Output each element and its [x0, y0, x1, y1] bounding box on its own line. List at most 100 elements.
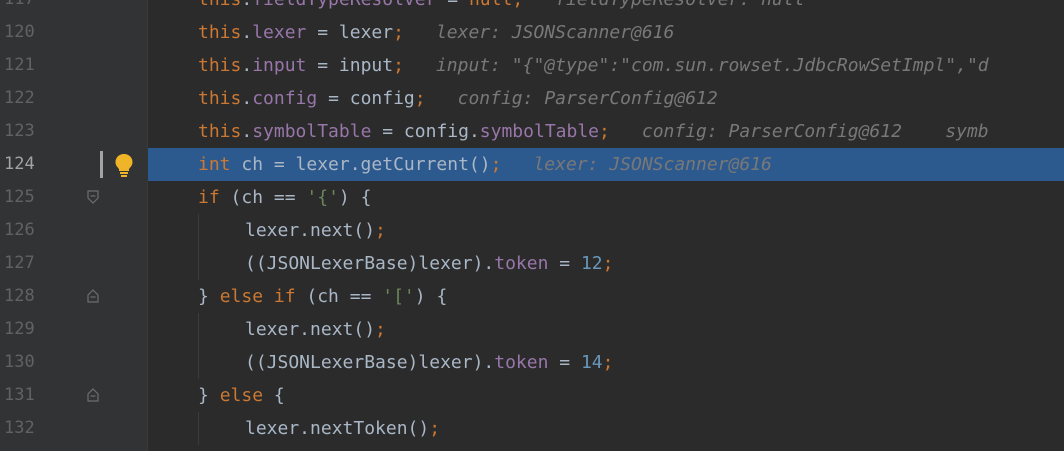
inline-debug-value[interactable]: lexer: JSONScanner@616: [436, 22, 674, 43]
code-area[interactable]: lexer.next();: [148, 313, 1064, 346]
code-line[interactable]: 122 this.config = config; config: ParserCo…: [0, 82, 1064, 115]
code-token-id: {: [263, 385, 285, 406]
code-text: this.symbolTable = config.symbolTable; co…: [198, 115, 989, 148]
code-token-id: = lexer: [306, 22, 394, 43]
code-token-id: ) {: [414, 286, 448, 307]
code-token-id: lexer.nextToken(): [245, 418, 430, 439]
gutter-cell[interactable]: 126: [0, 214, 148, 247]
gutter-cell[interactable]: 132: [0, 412, 148, 445]
code-area[interactable]: ((JSONLexerBase)lexer).token = 12;: [148, 247, 1064, 280]
inline-debug-value[interactable]: config: ParserConfig@612 symb: [642, 121, 989, 142]
code-token-kw: if: [198, 187, 220, 208]
code-area[interactable]: } else {: [148, 379, 1064, 412]
code-token-id: ((JSONLexerBase)lexer).: [245, 352, 495, 373]
indent-guide: [198, 247, 199, 280]
line-number: 125: [4, 187, 35, 207]
lightbulb-icon[interactable]: [113, 152, 135, 178]
code-line[interactable]: 127 ((JSONLexerBase)lexer).token = 12;: [0, 247, 1064, 280]
code-area[interactable]: if (ch == '{') {: [148, 181, 1064, 214]
code-line[interactable]: 132 lexer.nextToken();: [0, 412, 1064, 445]
code-area[interactable]: this.lexer = lexer; lexer: JSONScanner@61…: [148, 16, 1064, 49]
line-number: 121: [4, 55, 35, 75]
code-editor[interactable]: 117this.fieldTypeResolver = null;fieldTy…: [0, 0, 1064, 451]
code-token-fld: token: [494, 352, 549, 373]
indent-guide: [198, 313, 199, 346]
gutter-cell[interactable]: 125: [0, 181, 148, 214]
code-token-fld: config: [252, 88, 318, 109]
line-number: 131: [4, 385, 35, 405]
code-area[interactable]: this.input = input; input: "{"@type":"com…: [148, 49, 1064, 82]
inline-debug-value[interactable]: lexer: JSONScanner@616: [533, 154, 771, 175]
current-line[interactable]: 124 int ch = lexer.getCurrent(); lexer: JS…: [0, 148, 1064, 181]
code-line[interactable]: 130 ((JSONLexerBase)lexer).token = 14;: [0, 346, 1064, 379]
code-token-id: }: [198, 385, 220, 406]
fold-icon[interactable]: [87, 388, 99, 402]
code-token-id: ch = lexer.getCurrent(): [230, 154, 491, 175]
code-token-id: lexer.next(): [245, 319, 376, 340]
gutter-cell[interactable]: 123: [0, 115, 148, 148]
code-area[interactable]: this.config = config; config: ParserConfi…: [148, 82, 1064, 115]
code-token-str: '{': [306, 187, 339, 208]
code-token-id: }: [198, 286, 220, 307]
gutter-cell[interactable]: 120: [0, 16, 148, 49]
caret-line-marker: [100, 151, 103, 178]
line-number: 124: [4, 154, 35, 174]
code-area[interactable]: ((JSONLexerBase)lexer).token = 14;: [148, 346, 1064, 379]
code-token-punc: ;: [602, 352, 614, 373]
code-line[interactable]: 121 this.input = input; input: "{"@type":"…: [0, 49, 1064, 82]
line-number: 122: [4, 88, 35, 108]
gutter-cell[interactable]: 124: [0, 148, 148, 181]
code-text: this.config = config; config: ParserConfi…: [198, 82, 718, 115]
code-token-punc: ;: [393, 22, 404, 43]
code-area[interactable]: lexer.next();: [148, 214, 1064, 247]
code-area[interactable]: } else if (ch == '[') {: [148, 280, 1064, 313]
code-token-punc: ;: [490, 154, 502, 175]
code-line[interactable]: 126 lexer.next();: [0, 214, 1064, 247]
code-line[interactable]: 129 lexer.next();: [0, 313, 1064, 346]
code-token-punc: ;: [393, 55, 404, 76]
code-token-kw: this: [198, 55, 242, 76]
code-line[interactable]: 120 this.lexer = lexer; lexer: JSONScanner…: [0, 16, 1064, 49]
gutter-cell[interactable]: 122: [0, 82, 148, 115]
gutter-cell[interactable]: 131: [0, 379, 148, 412]
gutter-cell[interactable]: 121: [0, 49, 148, 82]
code-text: this.lexer = lexer; lexer: JSONScanner@61…: [198, 16, 674, 49]
inline-debug-value[interactable]: input: "{"@type":"com.sun.rowset.JdbcRow…: [436, 55, 989, 76]
code-text: ((JSONLexerBase)lexer).token = 14;: [245, 346, 613, 379]
indent-guide: [198, 346, 199, 379]
code-token-id: =: [548, 352, 581, 373]
code-token-fld: symbolTable: [252, 121, 372, 142]
code-area[interactable]: lexer.nextToken();: [148, 412, 1064, 445]
indent-guide: [198, 412, 199, 445]
code-line[interactable]: 123 this.symbolTable = config.symbolTable…: [0, 115, 1064, 148]
gutter-cell[interactable]: 130: [0, 346, 148, 379]
code-line[interactable]: 125 if (ch == '{') {: [0, 181, 1064, 214]
code-area[interactable]: this.fieldTypeResolver = null; fieldTypeR…: [148, 0, 1064, 16]
code-line[interactable]: 117 this.fieldTypeResolver = null; fieldTy…: [0, 0, 1064, 16]
line-number: 128: [4, 286, 35, 306]
gutter-cell[interactable]: 128: [0, 280, 148, 313]
code-token-punc: ;: [602, 253, 614, 274]
code-area[interactable]: int ch = lexer.getCurrent(); lexer: JSONS…: [148, 148, 1064, 181]
code-text: if (ch == '{') {: [198, 181, 371, 214]
code-token-punc: ;: [512, 0, 523, 10]
fold-icon[interactable]: [87, 289, 99, 303]
gutter-cell[interactable]: 127: [0, 247, 148, 280]
code-token-punc: ;: [429, 418, 441, 439]
inline-debug-value[interactable]: config: ParserConfig@612: [458, 88, 718, 109]
code-token-id: .: [241, 55, 253, 76]
code-token-str: '[': [382, 286, 415, 307]
inline-debug-value[interactable]: fieldTypeResolver: null: [555, 0, 804, 10]
code-token-fld: token: [494, 253, 549, 274]
code-token-id: .: [241, 88, 253, 109]
code-text: lexer.nextToken();: [245, 412, 440, 445]
code-line[interactable]: 131} else {: [0, 379, 1064, 412]
code-token-kw: else: [219, 385, 264, 406]
code-token-id: (ch ==: [219, 187, 307, 208]
code-token-punc: ;: [599, 121, 610, 142]
fold-icon[interactable]: [87, 190, 99, 204]
code-area[interactable]: this.symbolTable = config.symbolTable; co…: [148, 115, 1064, 148]
gutter-cell[interactable]: 117: [0, 0, 148, 16]
code-line[interactable]: 128 } else if (ch == '[') {: [0, 280, 1064, 313]
gutter-cell[interactable]: 129: [0, 313, 148, 346]
